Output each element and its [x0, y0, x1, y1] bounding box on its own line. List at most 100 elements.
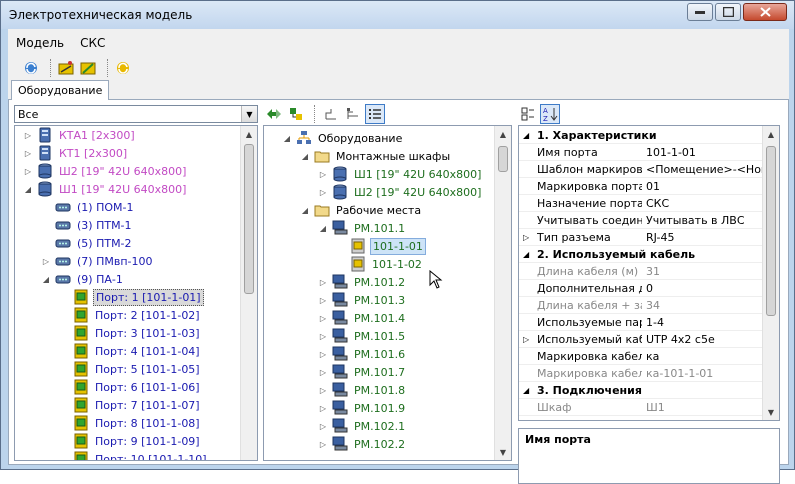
sort-az-button[interactable]: AZ: [540, 104, 560, 124]
scroll-thumb[interactable]: [244, 144, 254, 294]
tree-item[interactable]: ▷ РМ.101.2: [318, 273, 407, 291]
tree-item[interactable]: ▷ Ш1 [19" 42U 640x800]: [318, 165, 483, 183]
scroll-thumb[interactable]: [766, 146, 776, 316]
tree-item[interactable]: ◢ РМ.101.1: [318, 219, 407, 237]
property-value[interactable]: 101-1-01: [646, 146, 771, 159]
collapse-arrow-icon[interactable]: ◢: [318, 224, 328, 233]
expand-arrow-icon[interactable]: ▷: [523, 233, 529, 242]
tree-item[interactable]: ◢ Ш1 [19" 42U 640x800]: [23, 180, 188, 198]
list-view-button[interactable]: [365, 104, 385, 124]
tree-item[interactable]: Порт: 10 [101-1-10]: [59, 450, 209, 460]
expand-arrow-icon[interactable]: ▷: [318, 332, 328, 341]
hierarchy-button[interactable]: [343, 104, 363, 124]
tree-item[interactable]: Порт: 2 [101-1-02]: [59, 306, 202, 324]
collapse-arrow-icon[interactable]: ◢: [300, 152, 310, 161]
property-category[interactable]: ◢ 2. Используемый кабель: [519, 247, 773, 263]
property-scrollbar[interactable]: ▲ ▼: [762, 126, 779, 420]
minimize-button[interactable]: [687, 3, 713, 21]
property-value[interactable]: Учитывать в ЛВС: [646, 214, 771, 227]
tree-item[interactable]: ◢ Рабочие места: [300, 201, 423, 219]
property-row[interactable]: ▷ Используемый каб UTP 4x2 c5e: [519, 332, 773, 348]
property-category[interactable]: ◢ 1. Характеристики: [519, 128, 773, 144]
expand-arrow-icon[interactable]: ▷: [318, 440, 328, 449]
tree-item[interactable]: ▷ РМ.101.4: [318, 309, 407, 327]
property-value[interactable]: 1-4: [646, 316, 771, 329]
property-category[interactable]: ◢ 3. Подключения: [519, 383, 773, 399]
scroll-down-icon[interactable]: ▼: [495, 444, 511, 460]
tree-item[interactable]: ▷ РМ.101.9: [318, 399, 407, 417]
tree-item[interactable]: Порт: 3 [101-1-03]: [59, 324, 202, 342]
tree-item[interactable]: ◢ Монтажные шкафы: [300, 147, 452, 165]
property-row[interactable]: Шкаф Ш1: [519, 400, 773, 416]
scroll-thumb[interactable]: [498, 146, 508, 172]
tree-item[interactable]: ▷ Ш2 [19" 42U 640x800]: [318, 183, 483, 201]
tree-item[interactable]: ▷ РМ.101.6: [318, 345, 407, 363]
expand-arrow-icon[interactable]: ▷: [318, 170, 328, 179]
tree-item[interactable]: ▷ РМ.101.3: [318, 291, 407, 309]
collapse-arrow-icon[interactable]: ◢: [523, 386, 529, 395]
tree-item[interactable]: ▷ Ш2 [19" 42U 640x800]: [23, 162, 188, 180]
categorized-button[interactable]: [518, 104, 538, 124]
expand-arrow-icon[interactable]: ▷: [318, 296, 328, 305]
back-button[interactable]: [264, 104, 284, 124]
menu-model[interactable]: Модель: [8, 32, 72, 54]
property-row[interactable]: Используемые пар 1-4: [519, 315, 773, 331]
property-value[interactable]: СКС: [646, 197, 771, 210]
title-bar[interactable]: Электротехническая модель: [1, 1, 794, 29]
expand-arrow-icon[interactable]: ▷: [23, 167, 33, 176]
property-row[interactable]: Маркировка кабел ка-101-1-01: [519, 366, 773, 382]
expand-arrow-icon[interactable]: ▷: [318, 278, 328, 287]
tool-b-button[interactable]: [79, 59, 97, 77]
tree-item[interactable]: Порт: 9 [101-1-09]: [59, 432, 202, 450]
left-scrollbar[interactable]: ▲: [240, 126, 257, 460]
tree-item[interactable]: ▷ РМ.101.7: [318, 363, 407, 381]
collapse-arrow-icon[interactable]: ◢: [523, 250, 529, 259]
expand-arrow-icon[interactable]: ▷: [318, 422, 328, 431]
property-row[interactable]: Маркировка порта 01: [519, 179, 773, 195]
tree-item[interactable]: ▷ КТА1 [2x300]: [23, 126, 137, 144]
property-row[interactable]: Назначение порта СКС: [519, 196, 773, 212]
tree-item[interactable]: Порт: 1 [101-1-01]: [59, 288, 204, 306]
middle-scrollbar[interactable]: ▲ ▼: [494, 126, 511, 460]
tab-equipment[interactable]: Оборудование: [11, 80, 110, 101]
expand-arrow-icon[interactable]: ▷: [318, 314, 328, 323]
property-value[interactable]: UTP 4x2 c5e: [646, 333, 771, 346]
expand-arrow-icon[interactable]: ▷: [318, 368, 328, 377]
property-row[interactable]: Шаблон маркировк <Помещение>-<Номер п: [519, 162, 773, 178]
tree-item[interactable]: Порт: 6 [101-1-06]: [59, 378, 202, 396]
scroll-up-icon[interactable]: ▲: [241, 126, 257, 142]
collapse-arrow-icon[interactable]: ◢: [23, 185, 33, 194]
tree-item[interactable]: (1) ПОМ-1: [41, 198, 135, 216]
expand-arrow-icon[interactable]: ▷: [23, 149, 33, 158]
property-row[interactable]: Длина кабеля (м) 31: [519, 264, 773, 280]
tree-item[interactable]: ▷ РМ.102.1: [318, 417, 407, 435]
tree-item[interactable]: ▷ КТ1 [2x300]: [23, 144, 129, 162]
property-row[interactable]: Маркировка кабел ка: [519, 349, 773, 365]
property-row[interactable]: Имя порта 101-1-01: [519, 145, 773, 161]
tree-item[interactable]: 101-1-01: [336, 237, 426, 255]
tree-item[interactable]: Порт: 4 [101-1-04]: [59, 342, 202, 360]
tree-item[interactable]: ▷ (7) ПМвп-100: [41, 252, 154, 270]
property-value[interactable]: 0: [646, 282, 771, 295]
property-value[interactable]: 31: [646, 265, 771, 278]
scroll-up-icon[interactable]: ▲: [763, 126, 779, 142]
expand-arrow-icon[interactable]: ▷: [318, 188, 328, 197]
menu-sks[interactable]: СКС: [72, 32, 113, 54]
tree-item[interactable]: Порт: 8 [101-1-08]: [59, 414, 202, 432]
sync-button[interactable]: [114, 59, 132, 77]
expand-arrow-icon[interactable]: ▷: [318, 404, 328, 413]
collapse-arrow-icon[interactable]: ◢: [41, 275, 51, 284]
tree-item[interactable]: ▷ РМ.101.5: [318, 327, 407, 345]
tree-export-button[interactable]: [286, 104, 306, 124]
tree-item[interactable]: ▷ РМ.101.8: [318, 381, 407, 399]
refresh-button[interactable]: [22, 59, 40, 77]
collapse-button[interactable]: [321, 104, 341, 124]
tool-a-button[interactable]: [57, 59, 75, 77]
tree-item[interactable]: ◢ Оборудование: [282, 129, 404, 147]
equipment-tree[interactable]: ▷ КТА1 [2x300] ▷ КТ1 [2x300] ▷ Ш2 [19" 42U 64…: [14, 125, 258, 461]
tree-item[interactable]: Порт: 5 [101-1-05]: [59, 360, 202, 378]
property-value[interactable]: RJ-45: [646, 231, 771, 244]
property-row[interactable]: Длина кабеля + за 34: [519, 298, 773, 314]
tree-item[interactable]: (3) ПТМ-1: [41, 216, 134, 234]
tree-item[interactable]: (5) ПТМ-2: [41, 234, 134, 252]
